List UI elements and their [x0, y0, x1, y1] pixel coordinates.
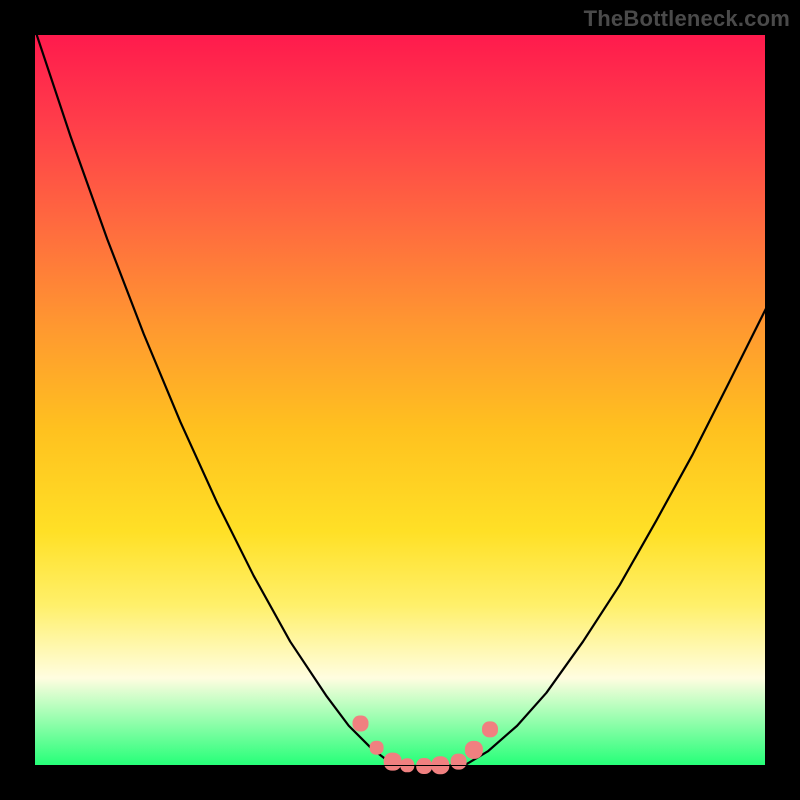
plot-area [34, 34, 766, 766]
curve-marker [353, 716, 369, 732]
curve-marker [400, 758, 414, 772]
curve-marker [384, 753, 402, 771]
watermark-label: TheBottleneck.com [584, 6, 790, 32]
chart-svg [34, 34, 766, 766]
bottleneck-curve [34, 27, 393, 765]
curve-container [34, 27, 766, 766]
curve-marker [431, 756, 449, 774]
marker-container [353, 716, 499, 775]
bottleneck-curve [466, 309, 766, 765]
curve-marker [465, 741, 483, 759]
curve-marker [416, 758, 432, 774]
curve-marker [451, 754, 467, 770]
curve-marker [370, 741, 384, 755]
curve-marker [482, 721, 498, 737]
chart-frame: TheBottleneck.com [0, 0, 800, 800]
